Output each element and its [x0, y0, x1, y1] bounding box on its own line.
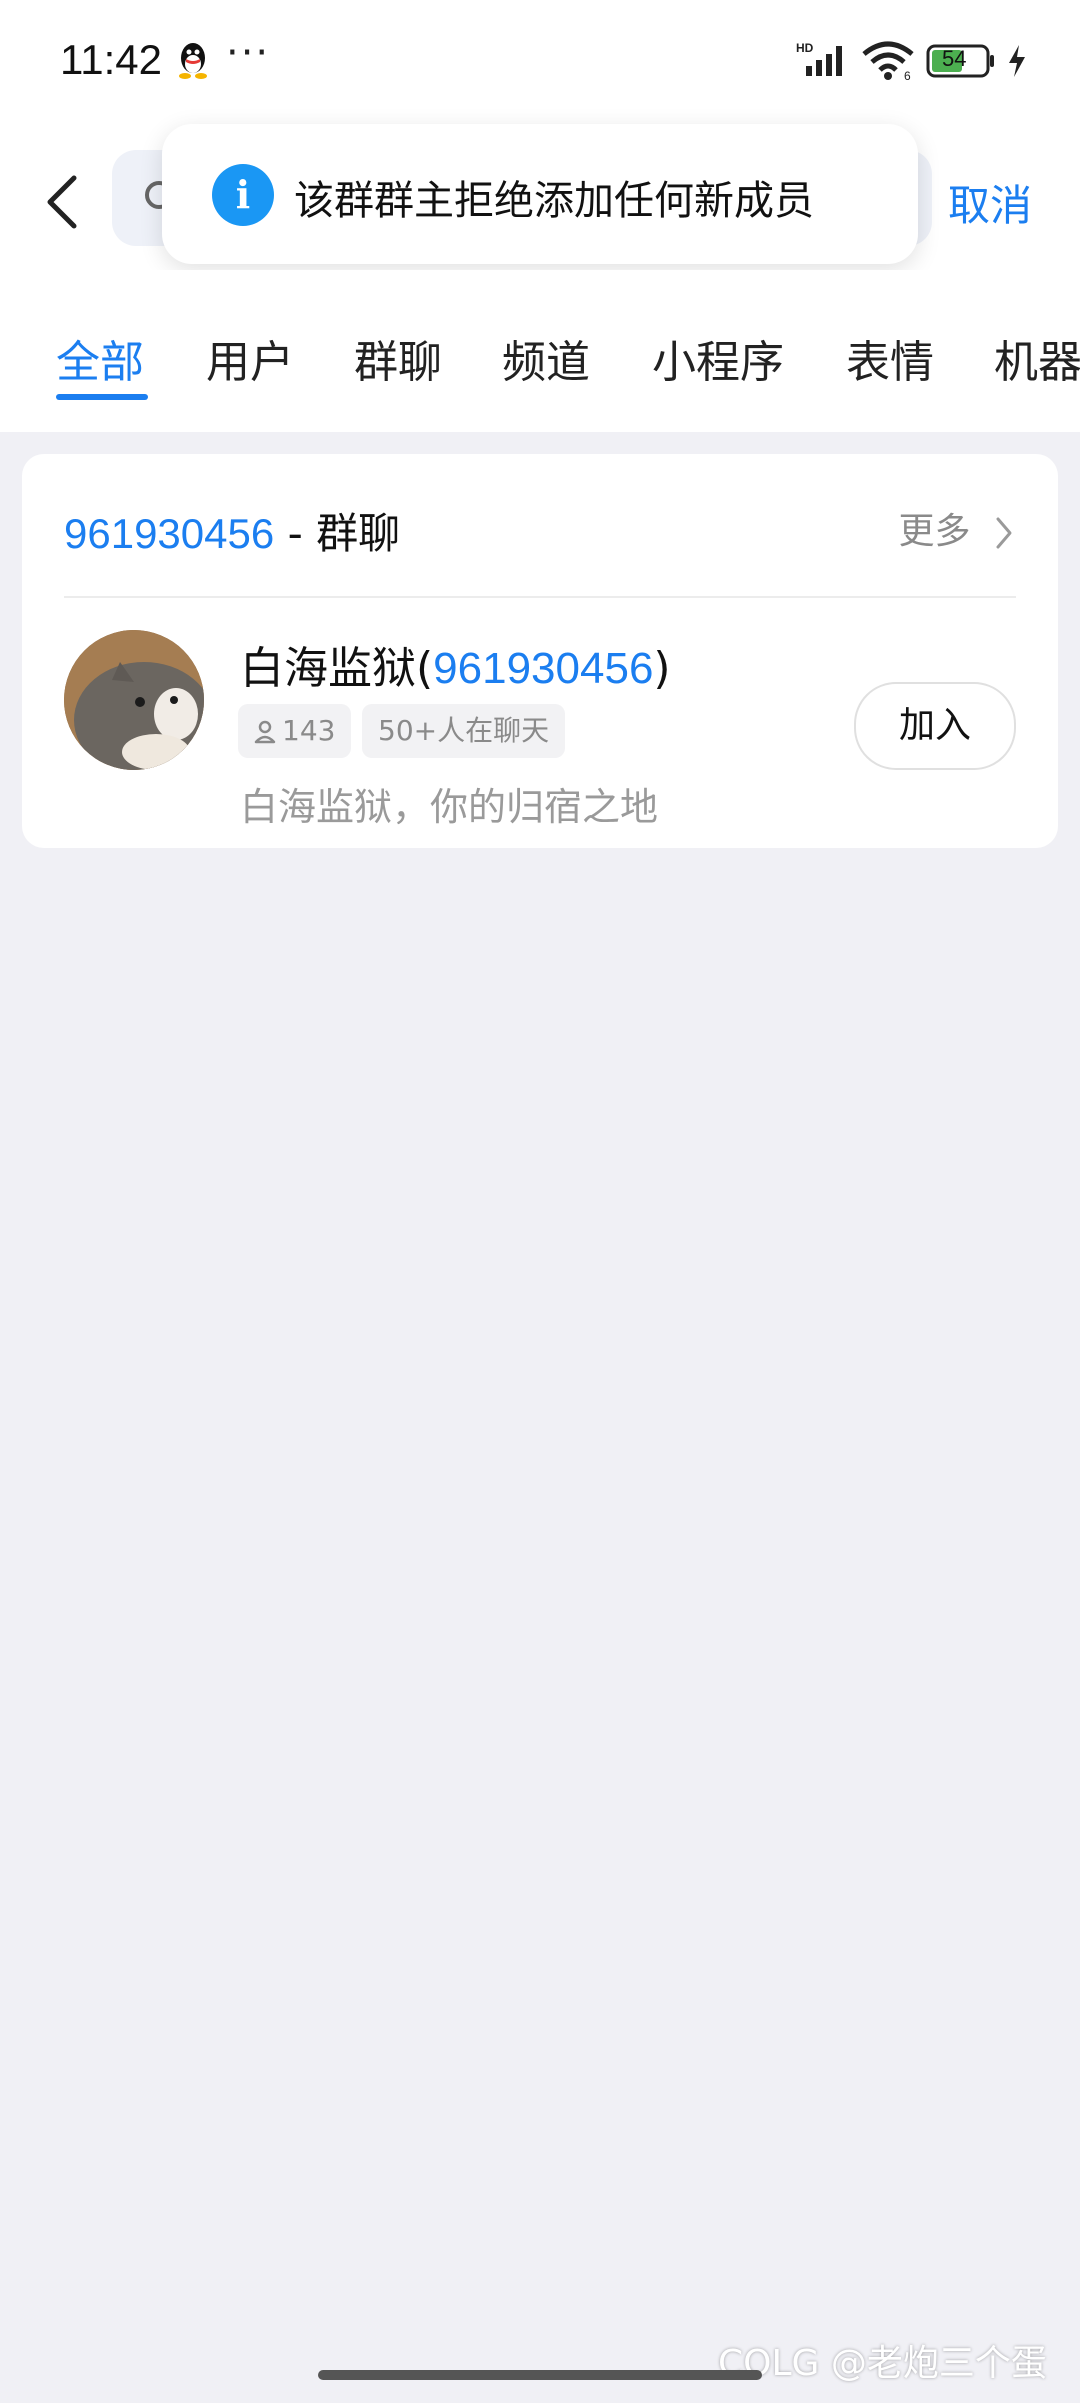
- battery-level: 54: [942, 46, 967, 71]
- watermark: COLG @老炮三个蛋: [718, 2343, 1047, 2384]
- group-description: 白海监狱，你的归宿之地: [240, 785, 659, 829]
- tab-all[interactable]: 全部: [56, 326, 144, 390]
- toast-message: 该群群主拒绝添加任何新成员: [294, 178, 814, 224]
- divider: [64, 596, 1016, 598]
- status-more-dots: ···: [226, 30, 271, 76]
- cancel-button[interactable]: 取消: [948, 172, 1032, 233]
- more-label: 更多: [898, 511, 971, 552]
- tab-users[interactable]: 用户: [206, 326, 294, 390]
- section-title: 961930456 - 群聊: [64, 500, 400, 561]
- category-tabs: 全部 用户 群聊 频道 小程序 表情 机器: [0, 270, 1080, 432]
- tab-mini-programs[interactable]: 小程序: [652, 326, 784, 390]
- group-avatar: [64, 630, 204, 770]
- active-chat-badge: 50+人在聊天: [362, 704, 566, 758]
- wifi-icon: 6: [862, 41, 914, 82]
- tab-bots[interactable]: 机器: [994, 326, 1080, 390]
- group-name-text: 白海监狱(: [240, 643, 434, 694]
- tab-channels[interactable]: 频道: [502, 326, 590, 390]
- toast-notification: i 该群群主拒绝添加任何新成员: [162, 124, 918, 264]
- active-tab-indicator: [56, 394, 148, 400]
- search-results-screen: 11:42 ··· HD 6 54 取消 i 该群群主拒绝添加任何新成员 全部 …: [0, 0, 1080, 2403]
- section-query-number: 961930456: [64, 510, 275, 557]
- tab-group-chats[interactable]: 群聊: [354, 326, 442, 390]
- status-time: 11:42: [60, 36, 162, 83]
- group-name: 白海监狱(961930456): [240, 632, 671, 696]
- home-indicator[interactable]: [318, 2370, 762, 2380]
- more-button[interactable]: 更多: [899, 502, 1014, 554]
- signal-icon: HD: [796, 41, 842, 76]
- group-number: 961930456: [433, 644, 654, 693]
- chevron-left-icon[interactable]: [40, 172, 84, 232]
- tab-stickers[interactable]: 表情: [846, 326, 934, 390]
- member-count-badge: 143: [238, 704, 352, 758]
- svg-text:6: 6: [904, 69, 911, 82]
- status-bar: 11:42 ··· HD 6 54: [0, 0, 1080, 120]
- network-type-label: HD: [796, 41, 814, 55]
- person-icon: [254, 720, 276, 744]
- group-results-card: 961930456 - 群聊 更多 白海监狱(961930456) 143 50…: [22, 454, 1058, 848]
- qq-icon: [179, 43, 207, 79]
- info-icon: i: [212, 164, 274, 226]
- member-count: 143: [282, 714, 336, 747]
- battery-icon: 54: [926, 44, 996, 78]
- chevron-right-icon: [996, 517, 1012, 549]
- charging-icon: [1009, 45, 1025, 77]
- group-name-close: ): [653, 643, 671, 694]
- join-button[interactable]: 加入: [854, 682, 1016, 770]
- section-title-suffix: - 群聊: [274, 509, 401, 558]
